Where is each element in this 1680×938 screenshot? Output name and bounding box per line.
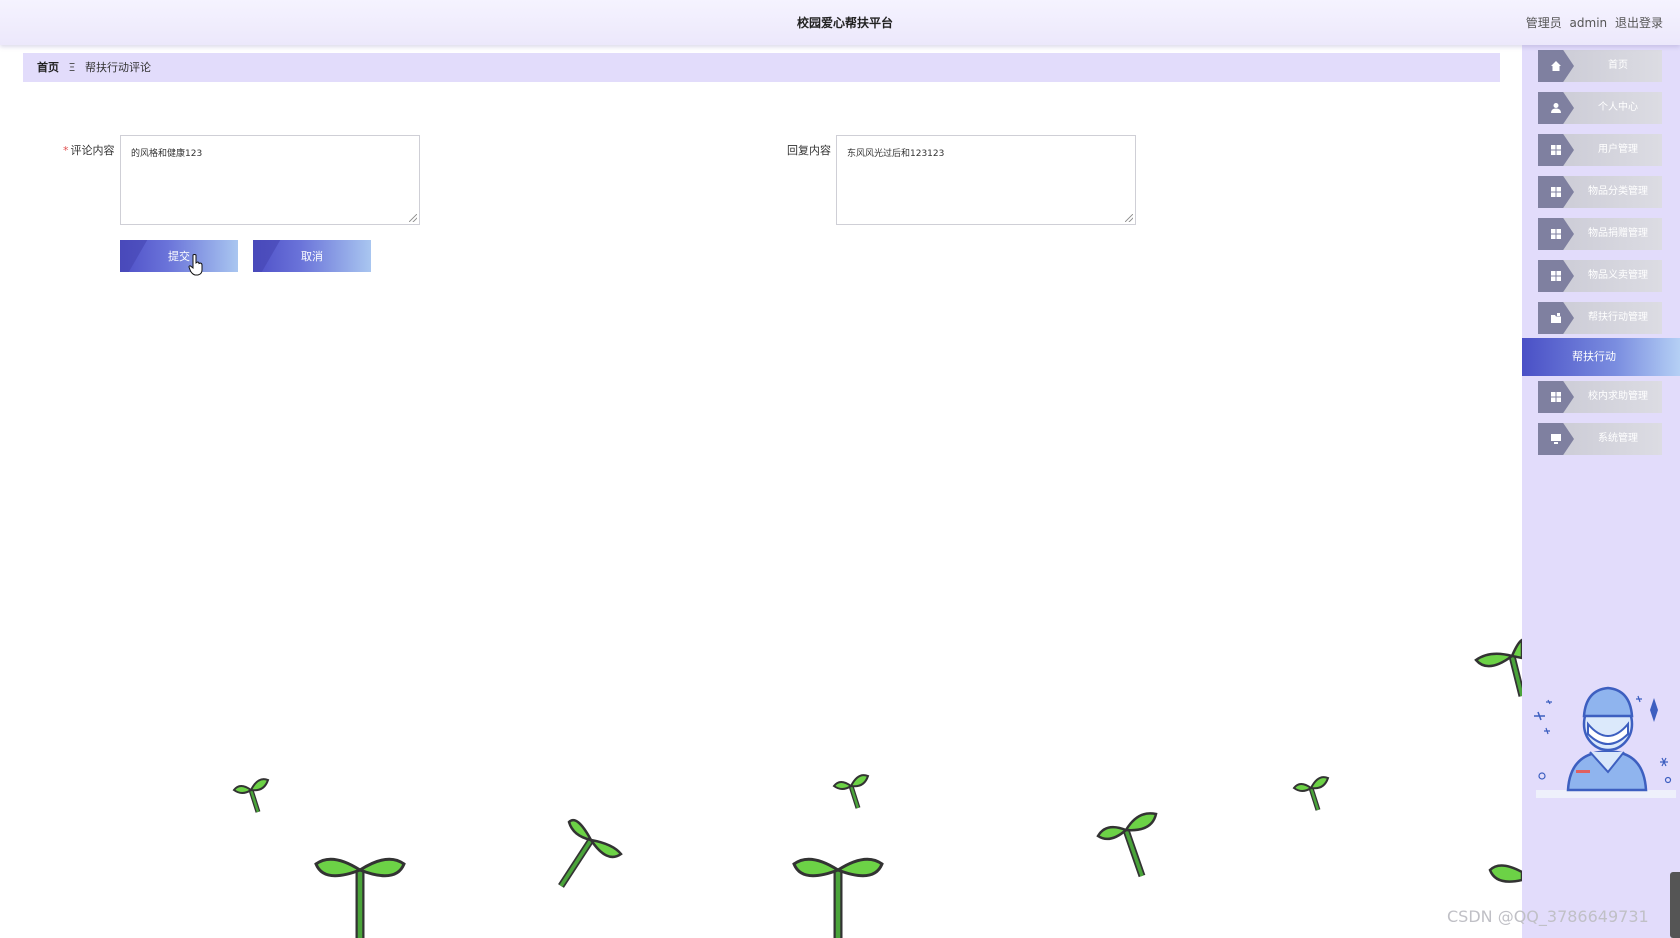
sidebar-item-label: 校内求助管理 (1588, 391, 1648, 402)
resize-handle-icon[interactable] (1125, 214, 1133, 222)
cancel-button-label: 取消 (301, 250, 323, 263)
worker-illustration (1534, 686, 1676, 798)
sprout-icon (1292, 776, 1330, 811)
submit-button-label: 提交 (168, 250, 190, 263)
user-icon (1551, 103, 1561, 113)
sidebar-item-label: 系统管理 (1598, 433, 1638, 444)
breadcrumb-separator: Ξ (68, 61, 76, 74)
sprout-icon (558, 818, 623, 888)
sidebar-item-label: 物品分类管理 (1588, 186, 1648, 197)
user-area: 管理员 admin 退出登录 (1522, 14, 1663, 31)
grid-icon (1551, 229, 1561, 239)
sidebar-item-users[interactable]: 用户管理 (1538, 134, 1662, 166)
reply-label: 回复内容 (787, 144, 831, 157)
submit-button[interactable]: 提交 (120, 240, 238, 272)
resize-handle-icon[interactable] (409, 214, 417, 222)
sidebar-item-label: 用户管理 (1598, 144, 1638, 155)
sidebar-item-help-action[interactable]: 帮扶行动 (1522, 338, 1680, 376)
username: admin (1569, 16, 1608, 30)
sidebar-item-home[interactable]: 首页 (1538, 50, 1662, 82)
sidebar-item-help-action-mgmt[interactable]: 帮扶行动管理 (1538, 302, 1662, 334)
breadcrumb: 首页 Ξ 帮扶行动评论 (23, 53, 1500, 82)
sidebar-item-label: 帮扶行动管理 (1588, 312, 1648, 323)
comment-label: * 评论内容 (63, 142, 115, 158)
breadcrumb-current: 帮扶行动评论 (84, 61, 151, 74)
hand-cursor-icon (188, 254, 203, 276)
watermark: CSDN @QQ_3786649731 (1447, 907, 1649, 926)
sidebar-item-label: 物品捐赠管理 (1588, 228, 1648, 239)
reply-textarea[interactable]: 东风风光过后和123123 (836, 135, 1136, 225)
sidebar-item-charity-sale[interactable]: 物品义卖管理 (1538, 260, 1662, 292)
site-title: 校园爱心帮扶平台 (796, 16, 893, 30)
sidebar-item-label: 首页 (1608, 60, 1628, 71)
breadcrumb-home[interactable]: 首页 (37, 61, 59, 74)
sprout-icon (1488, 864, 1522, 883)
user-role: 管理员 (1525, 16, 1562, 30)
sprout-icon (1096, 812, 1158, 878)
scroll-knob[interactable] (1670, 872, 1680, 938)
monitor-icon (1551, 434, 1561, 444)
comment-textarea[interactable]: 的风格和健康123 (120, 135, 420, 225)
sidebar-item-profile[interactable]: 个人中心 (1538, 92, 1662, 124)
grid-icon (1551, 187, 1561, 197)
sidebar-item-system[interactable]: 系统管理 (1538, 423, 1662, 455)
grid-icon (1551, 392, 1561, 402)
sidebar-item-label: 物品义卖管理 (1588, 270, 1648, 281)
home-icon (1551, 61, 1561, 71)
sprout-icon (792, 857, 884, 938)
cancel-button[interactable]: 取消 (253, 240, 371, 272)
comment-text: 的风格和健康123 (131, 149, 203, 159)
grid-icon (1551, 145, 1561, 155)
sidebar-item-label: 个人中心 (1598, 102, 1638, 113)
sidebar-item-campus-help[interactable]: 校内求助管理 (1538, 381, 1662, 413)
top-header: 校园爱心帮扶平台 管理员 admin 退出登录 (0, 0, 1680, 45)
sprout-icon (1474, 638, 1522, 697)
sprout-icon (232, 778, 270, 813)
sidebar-item-donation[interactable]: 物品捐赠管理 (1538, 218, 1662, 250)
sidebar-item-item-category[interactable]: 物品分类管理 (1538, 176, 1662, 208)
sprout-icon (314, 857, 406, 938)
sprout-icon (832, 774, 870, 809)
reply-text: 东风风光过后和123123 (847, 149, 945, 159)
required-mark: * (63, 144, 69, 157)
folder-icon (1551, 313, 1561, 323)
comment-label-text: 评论内容 (70, 144, 115, 157)
grid-icon (1551, 271, 1561, 281)
logout-link[interactable]: 退出登录 (1615, 16, 1663, 30)
